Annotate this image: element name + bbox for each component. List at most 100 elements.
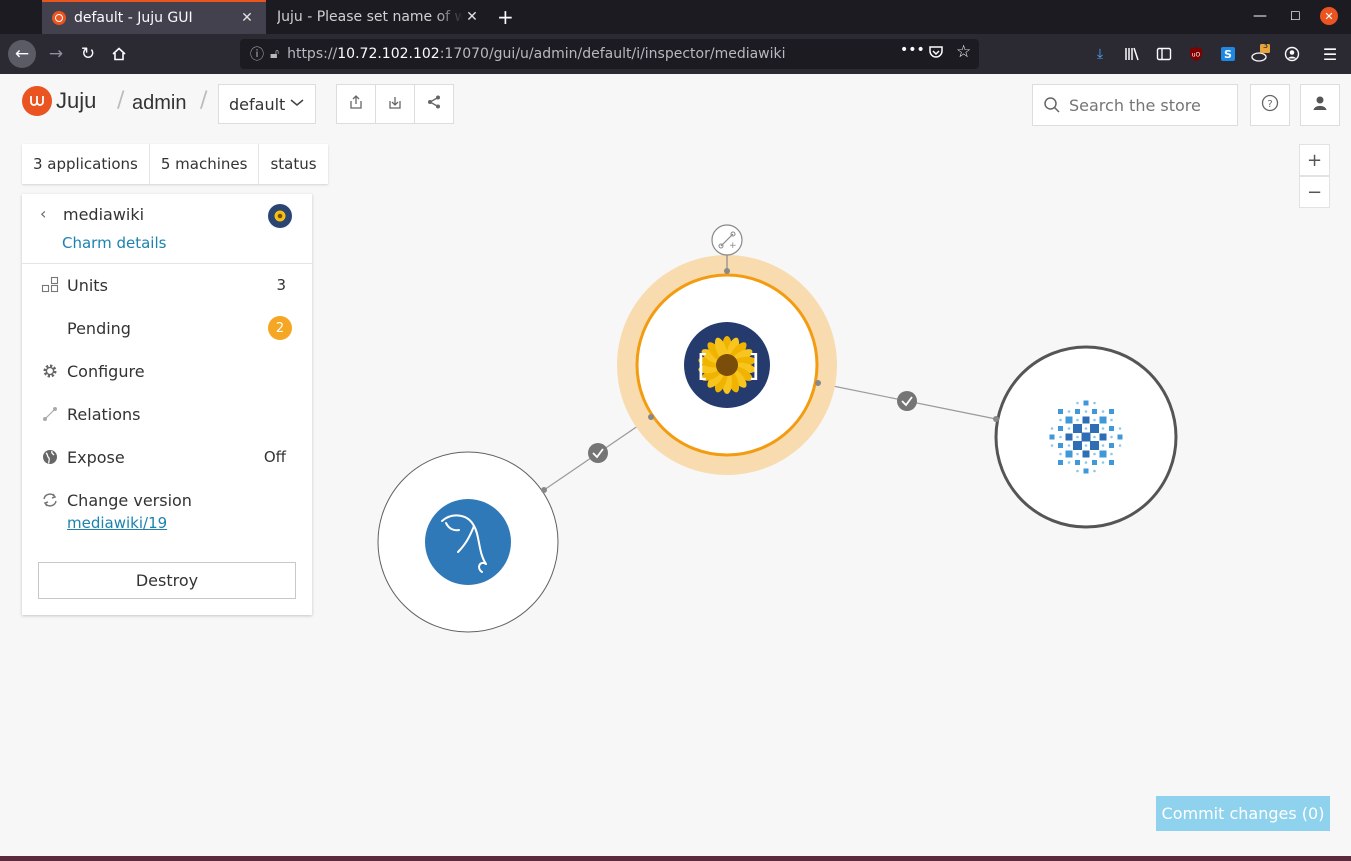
grid-icon <box>1049 400 1123 474</box>
zoom-out-button[interactable]: − <box>1299 176 1330 208</box>
commit-changes-button[interactable]: Commit changes (0) <box>1156 796 1330 831</box>
simplenote-icon[interactable]: S <box>1218 44 1238 64</box>
zoom-in-button[interactable]: + <box>1299 144 1330 176</box>
juju-gui-page: [ ] + Juju / admin / default Search the … <box>0 74 1351 856</box>
svg-text:?: ? <box>1267 99 1272 110</box>
pending-count-badge: 2 <box>268 316 292 340</box>
maximize-window-icon[interactable]: ☐ <box>1290 9 1301 23</box>
inspector-header: ‹ mediawiki Charm details <box>22 194 312 264</box>
help-icon: ? <box>1261 94 1279 116</box>
breadcrumb-user[interactable]: admin <box>132 92 186 115</box>
new-tab-button[interactable]: + <box>497 5 514 29</box>
menu-icon[interactable]: ☰ <box>1320 44 1340 64</box>
account-icon[interactable] <box>1282 44 1302 64</box>
ublock-icon[interactable]: uO <box>1186 44 1206 64</box>
breadcrumb-separator: / <box>200 88 208 113</box>
downloads-icon[interactable]: ⤓ <box>1090 44 1110 64</box>
svg-text:+: + <box>729 241 737 251</box>
relation-status-ok-icon[interactable] <box>588 443 608 463</box>
pending-label: Pending <box>67 318 131 338</box>
status-tab[interactable]: status <box>259 144 327 184</box>
share-icon <box>426 94 442 114</box>
svg-text:uO: uO <box>1192 52 1201 59</box>
share-button[interactable] <box>414 84 454 124</box>
forward-icon[interactable]: → <box>42 40 70 68</box>
search-input[interactable] <box>1069 95 1229 115</box>
model-switcher[interactable]: default <box>218 84 316 124</box>
browser-nav-bar: ← → ↻ ⓘ 🔓︎ https://10.72.102.102:17070/g… <box>0 34 1351 74</box>
application-inspector: ‹ mediawiki Charm details Units 3 Pendin… <box>22 194 312 615</box>
browser-tab-bar: default - Juju GUI ✕ Juju - Please set n… <box>0 0 1351 34</box>
application-node-mediawiki[interactable]: [ ] <box>617 254 837 475</box>
help-button[interactable]: ? <box>1250 84 1290 126</box>
applications-count-tab[interactable]: 3 applications <box>22 144 150 184</box>
user-profile-button[interactable] <box>1300 84 1340 126</box>
import-icon <box>387 94 403 114</box>
pending-row[interactable]: Pending 2 <box>22 308 312 348</box>
relation-status-ok-icon[interactable] <box>897 391 917 411</box>
export-button[interactable] <box>336 84 376 124</box>
home-icon[interactable] <box>105 40 133 68</box>
extension-notification-icon[interactable]: 3 <box>1250 41 1270 64</box>
juju-favicon-icon <box>52 11 66 25</box>
site-info-icon[interactable]: ⓘ <box>250 44 264 64</box>
export-icon <box>348 94 364 114</box>
svg-text:S: S <box>1224 48 1232 61</box>
store-search[interactable] <box>1032 84 1238 126</box>
relation-handle-icon[interactable]: + <box>711 224 743 256</box>
back-icon[interactable]: ← <box>8 40 36 68</box>
page-actions-icon[interactable]: ••• <box>900 42 925 58</box>
tab-close-icon[interactable]: ✕ <box>463 9 481 25</box>
import-button[interactable] <box>375 84 415 124</box>
gear-icon <box>40 361 60 381</box>
tab-title: Juju - Please set name of wiki <box>277 9 463 25</box>
units-row[interactable]: Units 3 <box>22 265 312 305</box>
juju-logo[interactable]: Juju <box>22 86 96 116</box>
breadcrumb-separator: / <box>117 88 125 113</box>
change-version-label: Change version <box>67 490 192 510</box>
back-chevron-icon[interactable]: ‹ <box>40 204 46 223</box>
relations-icon <box>40 404 60 424</box>
bookmark-star-icon[interactable]: ☆ <box>956 42 971 62</box>
minimize-window-icon[interactable]: — <box>1253 8 1267 24</box>
inspector-title: mediawiki <box>63 205 145 224</box>
charm-version-link[interactable]: mediawiki/19 <box>67 514 167 532</box>
configure-row[interactable]: Configure <box>22 351 312 391</box>
expose-row[interactable]: Expose Off <box>22 437 312 477</box>
logo-text: Juju <box>56 88 97 113</box>
expose-label: Expose <box>67 447 125 467</box>
search-icon <box>1043 96 1061 118</box>
units-label: Units <box>67 275 108 295</box>
model-counts-bar: 3 applications 5 machines status <box>22 144 328 184</box>
relations-label: Relations <box>67 404 141 424</box>
destroy-button[interactable]: Destroy <box>38 562 296 599</box>
svg-text:[: [ <box>697 349 709 384</box>
pocket-icon[interactable] <box>928 44 944 64</box>
units-icon <box>40 275 60 295</box>
library-icon[interactable] <box>1122 44 1142 64</box>
notification-badge: 3 <box>1263 41 1269 50</box>
reload-icon[interactable]: ↻ <box>74 40 102 68</box>
tab-title: default - Juju GUI <box>74 10 193 26</box>
juju-logo-icon <box>22 86 52 116</box>
tab-juju-wiki[interactable]: Juju - Please set name of wiki ✕ <box>267 0 491 34</box>
application-node-mysql[interactable] <box>377 451 559 633</box>
chevron-down-icon <box>289 94 305 114</box>
desktop-background-strip <box>0 856 1351 861</box>
configure-label: Configure <box>67 361 145 381</box>
units-count: 3 <box>276 276 286 294</box>
tab-juju-gui[interactable]: default - Juju GUI ✕ <box>42 0 266 34</box>
application-node-memcached[interactable] <box>994 345 1178 529</box>
address-bar[interactable]: ⓘ 🔓︎ https://10.72.102.102:17070/gui/u/a… <box>240 39 979 69</box>
machines-count-tab[interactable]: 5 machines <box>150 144 260 184</box>
close-window-icon[interactable]: ✕ <box>1320 7 1338 25</box>
url-path: :17070/gui/u/admin/default/i/inspector/m… <box>439 46 786 62</box>
sidebar-icon[interactable] <box>1154 44 1174 64</box>
relations-row[interactable]: Relations <box>22 394 312 434</box>
change-version-icon <box>40 490 60 510</box>
user-icon <box>1311 94 1329 116</box>
tab-close-icon[interactable]: ✕ <box>238 10 256 26</box>
url-host: 10.72.102.102 <box>337 46 440 62</box>
charm-details-link[interactable]: Charm details <box>62 234 166 252</box>
globe-icon <box>40 447 60 467</box>
